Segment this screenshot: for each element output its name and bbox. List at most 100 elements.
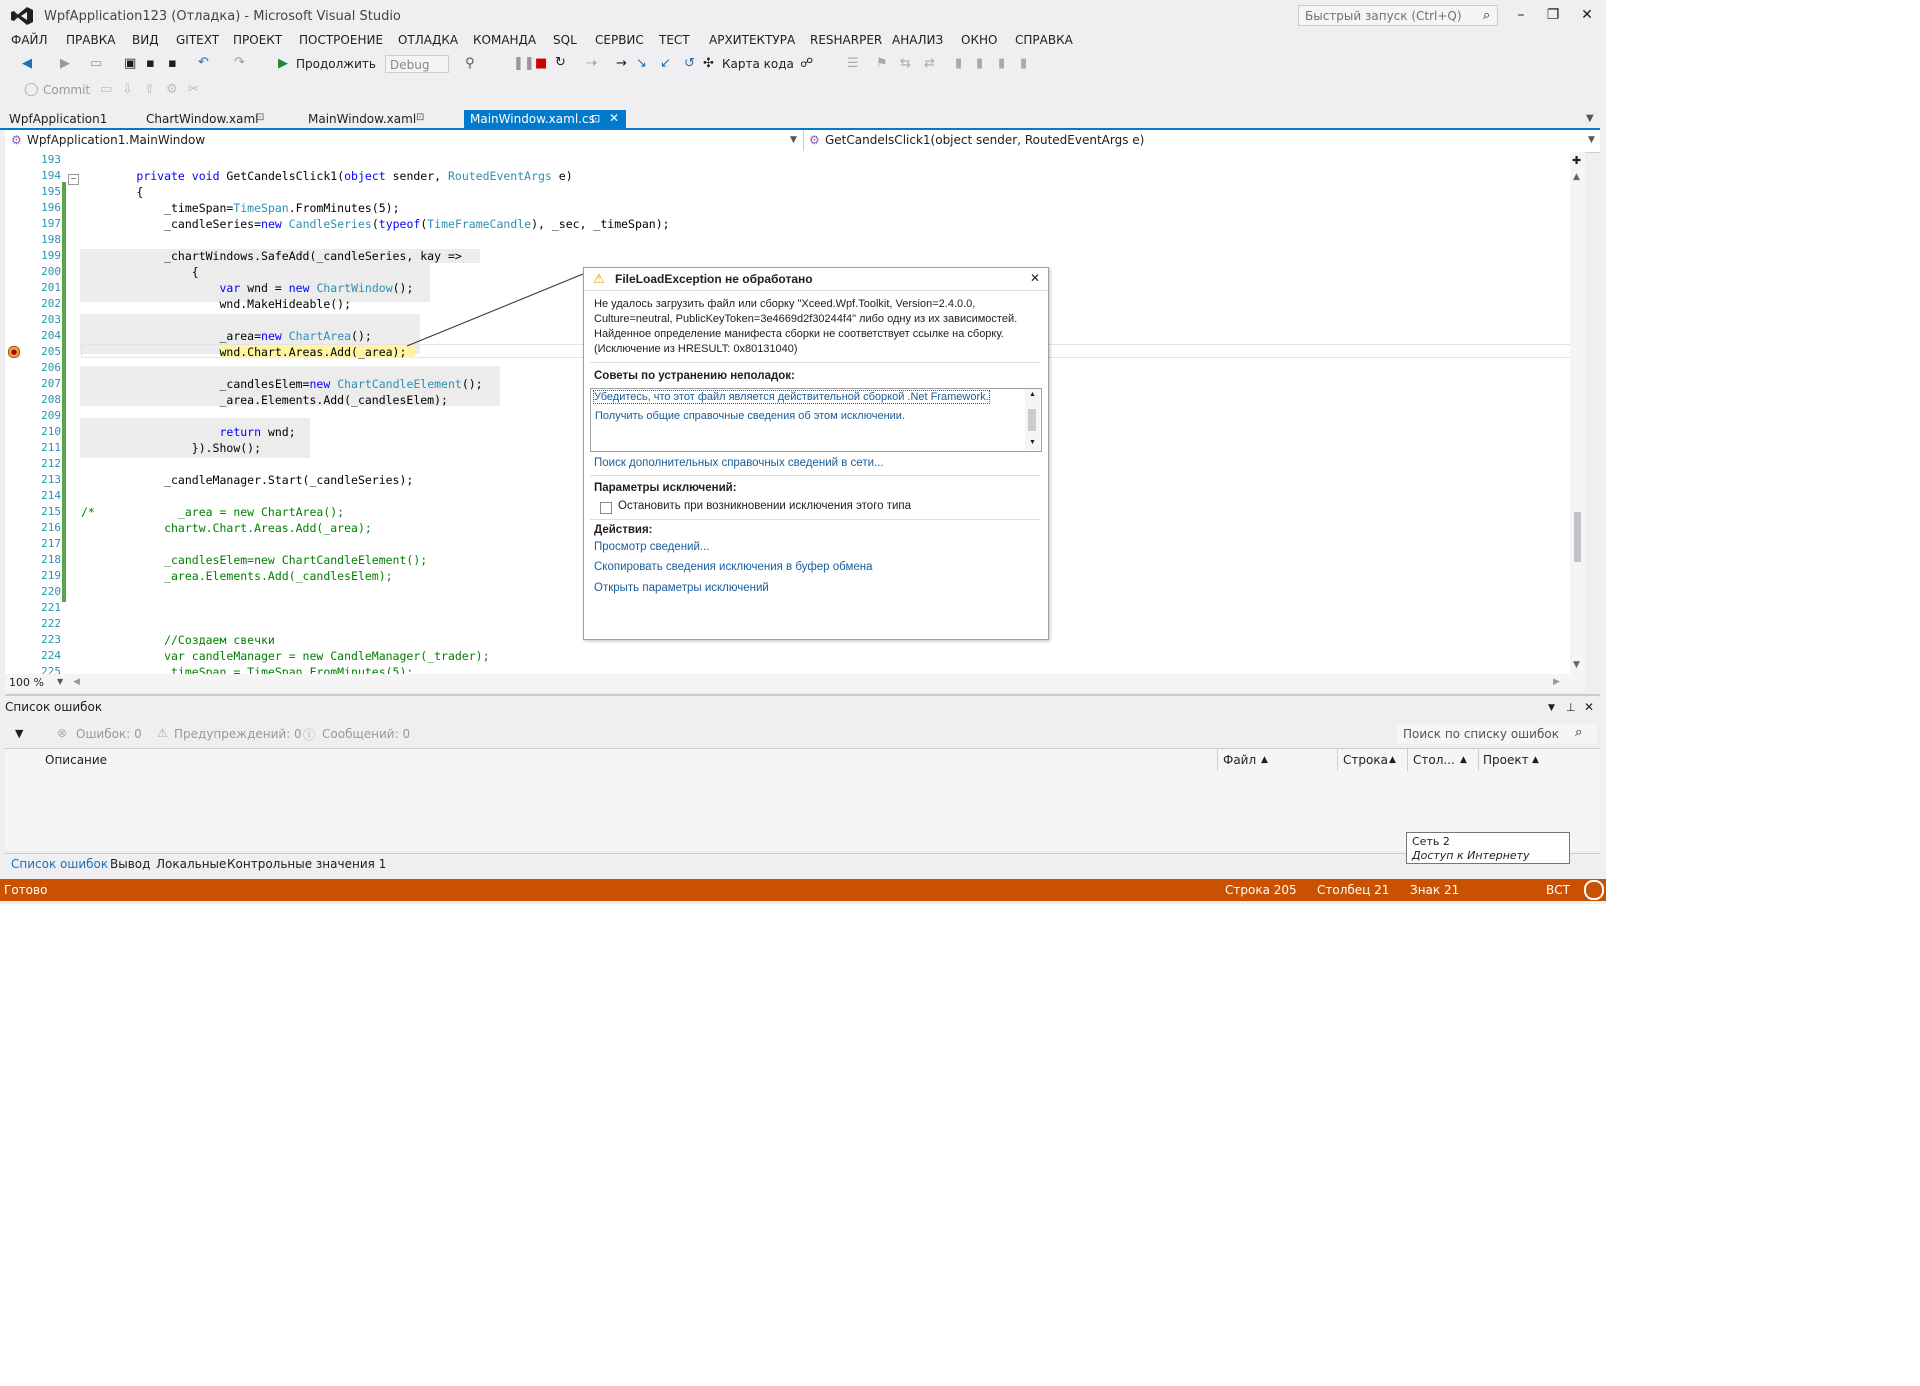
solution-config-select[interactable]: Debug	[385, 55, 449, 73]
attach-icon[interactable]: ⚲	[465, 56, 475, 71]
open-file-icon[interactable]: ▣	[124, 56, 136, 71]
copy-details-link[interactable]: Скопировать сведения исключения в буфер …	[594, 561, 873, 573]
scroll-right-icon[interactable]: ▶	[1553, 677, 1560, 687]
browse-icon[interactable]: ▭	[100, 82, 112, 97]
prev-bookmark-icon[interactable]: ▮	[976, 56, 983, 71]
menu-tools[interactable]: СЕРВИС	[595, 33, 644, 47]
bookmark-icon[interactable]: ▮	[955, 56, 962, 71]
continue-button[interactable]: Продолжить	[296, 57, 376, 71]
tips-list[interactable]: Убедитесь, что этот файл является действ…	[590, 388, 1042, 452]
column-file[interactable]: Файл	[1223, 753, 1256, 767]
zoom-select[interactable]: 100 %	[9, 676, 44, 689]
panel-splitter[interactable]	[5, 694, 1600, 696]
tip-link-2[interactable]: Получить общие справочные сведения об эт…	[595, 410, 905, 422]
split-icon[interactable]: ✚	[1572, 154, 1581, 167]
back-icon[interactable]: ◀	[22, 56, 32, 71]
menu-edit[interactable]: ПРАВКА	[66, 33, 115, 47]
step-out-icon[interactable]: ↙	[660, 56, 671, 71]
view-details-link[interactable]: Просмотр сведений...	[594, 541, 709, 553]
tab-overflow-icon[interactable]: ▼	[1586, 113, 1594, 124]
step-back-icon[interactable]: ↺	[684, 56, 695, 71]
minimize-button[interactable]: –	[1508, 4, 1534, 26]
tips-scrollbar[interactable]: ▲ ▼	[1025, 389, 1040, 450]
tab-mainwindow-xaml[interactable]: MainWindow.xaml	[302, 110, 422, 129]
close-popup-icon[interactable]: ✕	[1030, 271, 1040, 285]
type-dropdown[interactable]: ⚙ WpfApplication1.MainWindow ▼	[7, 130, 804, 151]
scroll-left-icon[interactable]: ◀	[73, 677, 80, 687]
tab-watch-1[interactable]: Контрольные значения 1	[227, 857, 386, 871]
redo-icon[interactable]: ↷	[234, 55, 245, 70]
menu-gitext[interactable]: GITEXT	[176, 33, 219, 47]
warnings-filter-button[interactable]: Предупреждений: 0	[174, 727, 302, 741]
error-list-body[interactable]	[5, 771, 1600, 851]
tab-chartwindow-xaml[interactable]: ChartWindow.xaml	[140, 110, 264, 129]
open-exception-settings-link[interactable]: Открыть параметры исключений	[594, 582, 769, 594]
member-dropdown[interactable]: ⚙ GetCandelsClick1(object sender, Routed…	[805, 130, 1600, 151]
tab-mainwindow-xaml-cs[interactable]: MainWindow.xaml.cs ⊡ ✕	[464, 110, 626, 129]
scroll-up-icon[interactable]: ▲	[1573, 172, 1580, 182]
errors-filter-button[interactable]: Ошибок: 0	[76, 727, 142, 741]
code-map-button[interactable]: Карта кода	[722, 57, 794, 71]
close-panel-icon[interactable]: ✕	[1584, 700, 1594, 714]
pin-icon[interactable]: ⊥	[1566, 701, 1576, 714]
step-into-icon[interactable]: ↘	[636, 56, 647, 71]
pull-icon[interactable]: ⇩	[122, 82, 133, 97]
pin-icon[interactable]: ⊡	[256, 112, 264, 123]
close-tab-icon[interactable]: ✕	[609, 111, 619, 125]
clear-bookmarks-icon[interactable]: ▮	[1020, 56, 1027, 71]
scroll-up-icon[interactable]: ▲	[1029, 391, 1036, 398]
pin-icon[interactable]: ⊡	[416, 112, 424, 123]
tab-locals[interactable]: Локальные	[156, 857, 226, 871]
next-bookmark-icon[interactable]: ▮	[998, 56, 1005, 71]
scroll-down-icon[interactable]: ▼	[1573, 660, 1580, 670]
search-online-link[interactable]: Поиск дополнительных справочных сведений…	[594, 457, 884, 469]
column-project[interactable]: Проект	[1483, 753, 1529, 767]
tip-link-1[interactable]: Убедитесь, что этот файл является действ…	[593, 390, 990, 404]
forward-icon[interactable]: ▶	[60, 56, 70, 71]
restart-icon[interactable]: ↻	[555, 55, 566, 70]
hex-display-icon[interactable]: ☍	[800, 56, 813, 71]
tab-output[interactable]: Вывод	[110, 857, 150, 871]
commit-button[interactable]: Commit	[43, 83, 90, 97]
uncomment-icon[interactable]: ⇄	[924, 56, 935, 71]
break-on-exception-checkbox[interactable]	[600, 502, 612, 514]
undo-icon[interactable]: ↶	[198, 55, 209, 70]
scroll-thumb[interactable]	[1028, 409, 1036, 431]
notification-icon[interactable]	[1584, 880, 1604, 900]
menu-build[interactable]: ПОСТРОЕНИЕ	[299, 33, 383, 47]
tab-error-list[interactable]: Список ошибок	[11, 857, 108, 871]
menu-analyze[interactable]: АНАЛИЗ	[892, 33, 943, 47]
chevron-down-icon[interactable]: ▼	[57, 677, 63, 686]
scroll-down-icon[interactable]: ▼	[1029, 439, 1036, 446]
menu-sql[interactable]: SQL	[553, 33, 577, 47]
menu-team[interactable]: КОМАНДА	[473, 33, 536, 47]
close-button[interactable]: ✕	[1574, 4, 1600, 26]
menu-test[interactable]: ТЕСТ	[659, 33, 690, 47]
column-column[interactable]: Стол...	[1413, 753, 1455, 767]
scroll-thumb[interactable]	[1574, 512, 1581, 562]
new-project-icon[interactable]: ▭	[90, 56, 102, 71]
vertical-scrollbar[interactable]: ✚ ▲ ▼	[1570, 152, 1585, 674]
error-search-input[interactable]: Поиск по списку ошибок	[1397, 724, 1597, 744]
code-map-icon[interactable]: ✣	[703, 56, 714, 71]
menu-architecture[interactable]: АРХИТЕКТУРА	[709, 33, 795, 47]
quick-launch-input[interactable]: Быстрый запуск (Ctrl+Q)	[1298, 5, 1498, 26]
step-over-icon[interactable]: →	[616, 56, 627, 71]
menu-resharper[interactable]: RESHARPER	[810, 33, 882, 47]
messages-filter-button[interactable]: Сообщений: 0	[322, 727, 410, 741]
tab-wpfapplication1[interactable]: WpfApplication1	[3, 110, 113, 129]
restore-button[interactable]: ❐	[1540, 4, 1566, 26]
menu-debug[interactable]: ОТЛАДКА	[398, 33, 458, 47]
threads-icon[interactable]: ☰	[847, 56, 859, 71]
show-next-statement-icon[interactable]: ⇢	[586, 56, 597, 71]
stop-icon[interactable]: ■	[535, 56, 547, 71]
flag-icon[interactable]: ⚑	[876, 56, 888, 71]
menu-project[interactable]: ПРОЕКТ	[233, 33, 282, 47]
pause-icon[interactable]: ❚❚	[513, 56, 535, 71]
column-description[interactable]: Описание	[45, 753, 107, 767]
save-all-icon[interactable]: ▪	[168, 56, 177, 71]
menu-help[interactable]: СПРАВКА	[1015, 33, 1073, 47]
save-icon[interactable]: ▪	[146, 56, 155, 71]
settings-icon[interactable]: ✂	[188, 82, 199, 97]
filter-icon[interactable]: ▼	[15, 727, 23, 740]
